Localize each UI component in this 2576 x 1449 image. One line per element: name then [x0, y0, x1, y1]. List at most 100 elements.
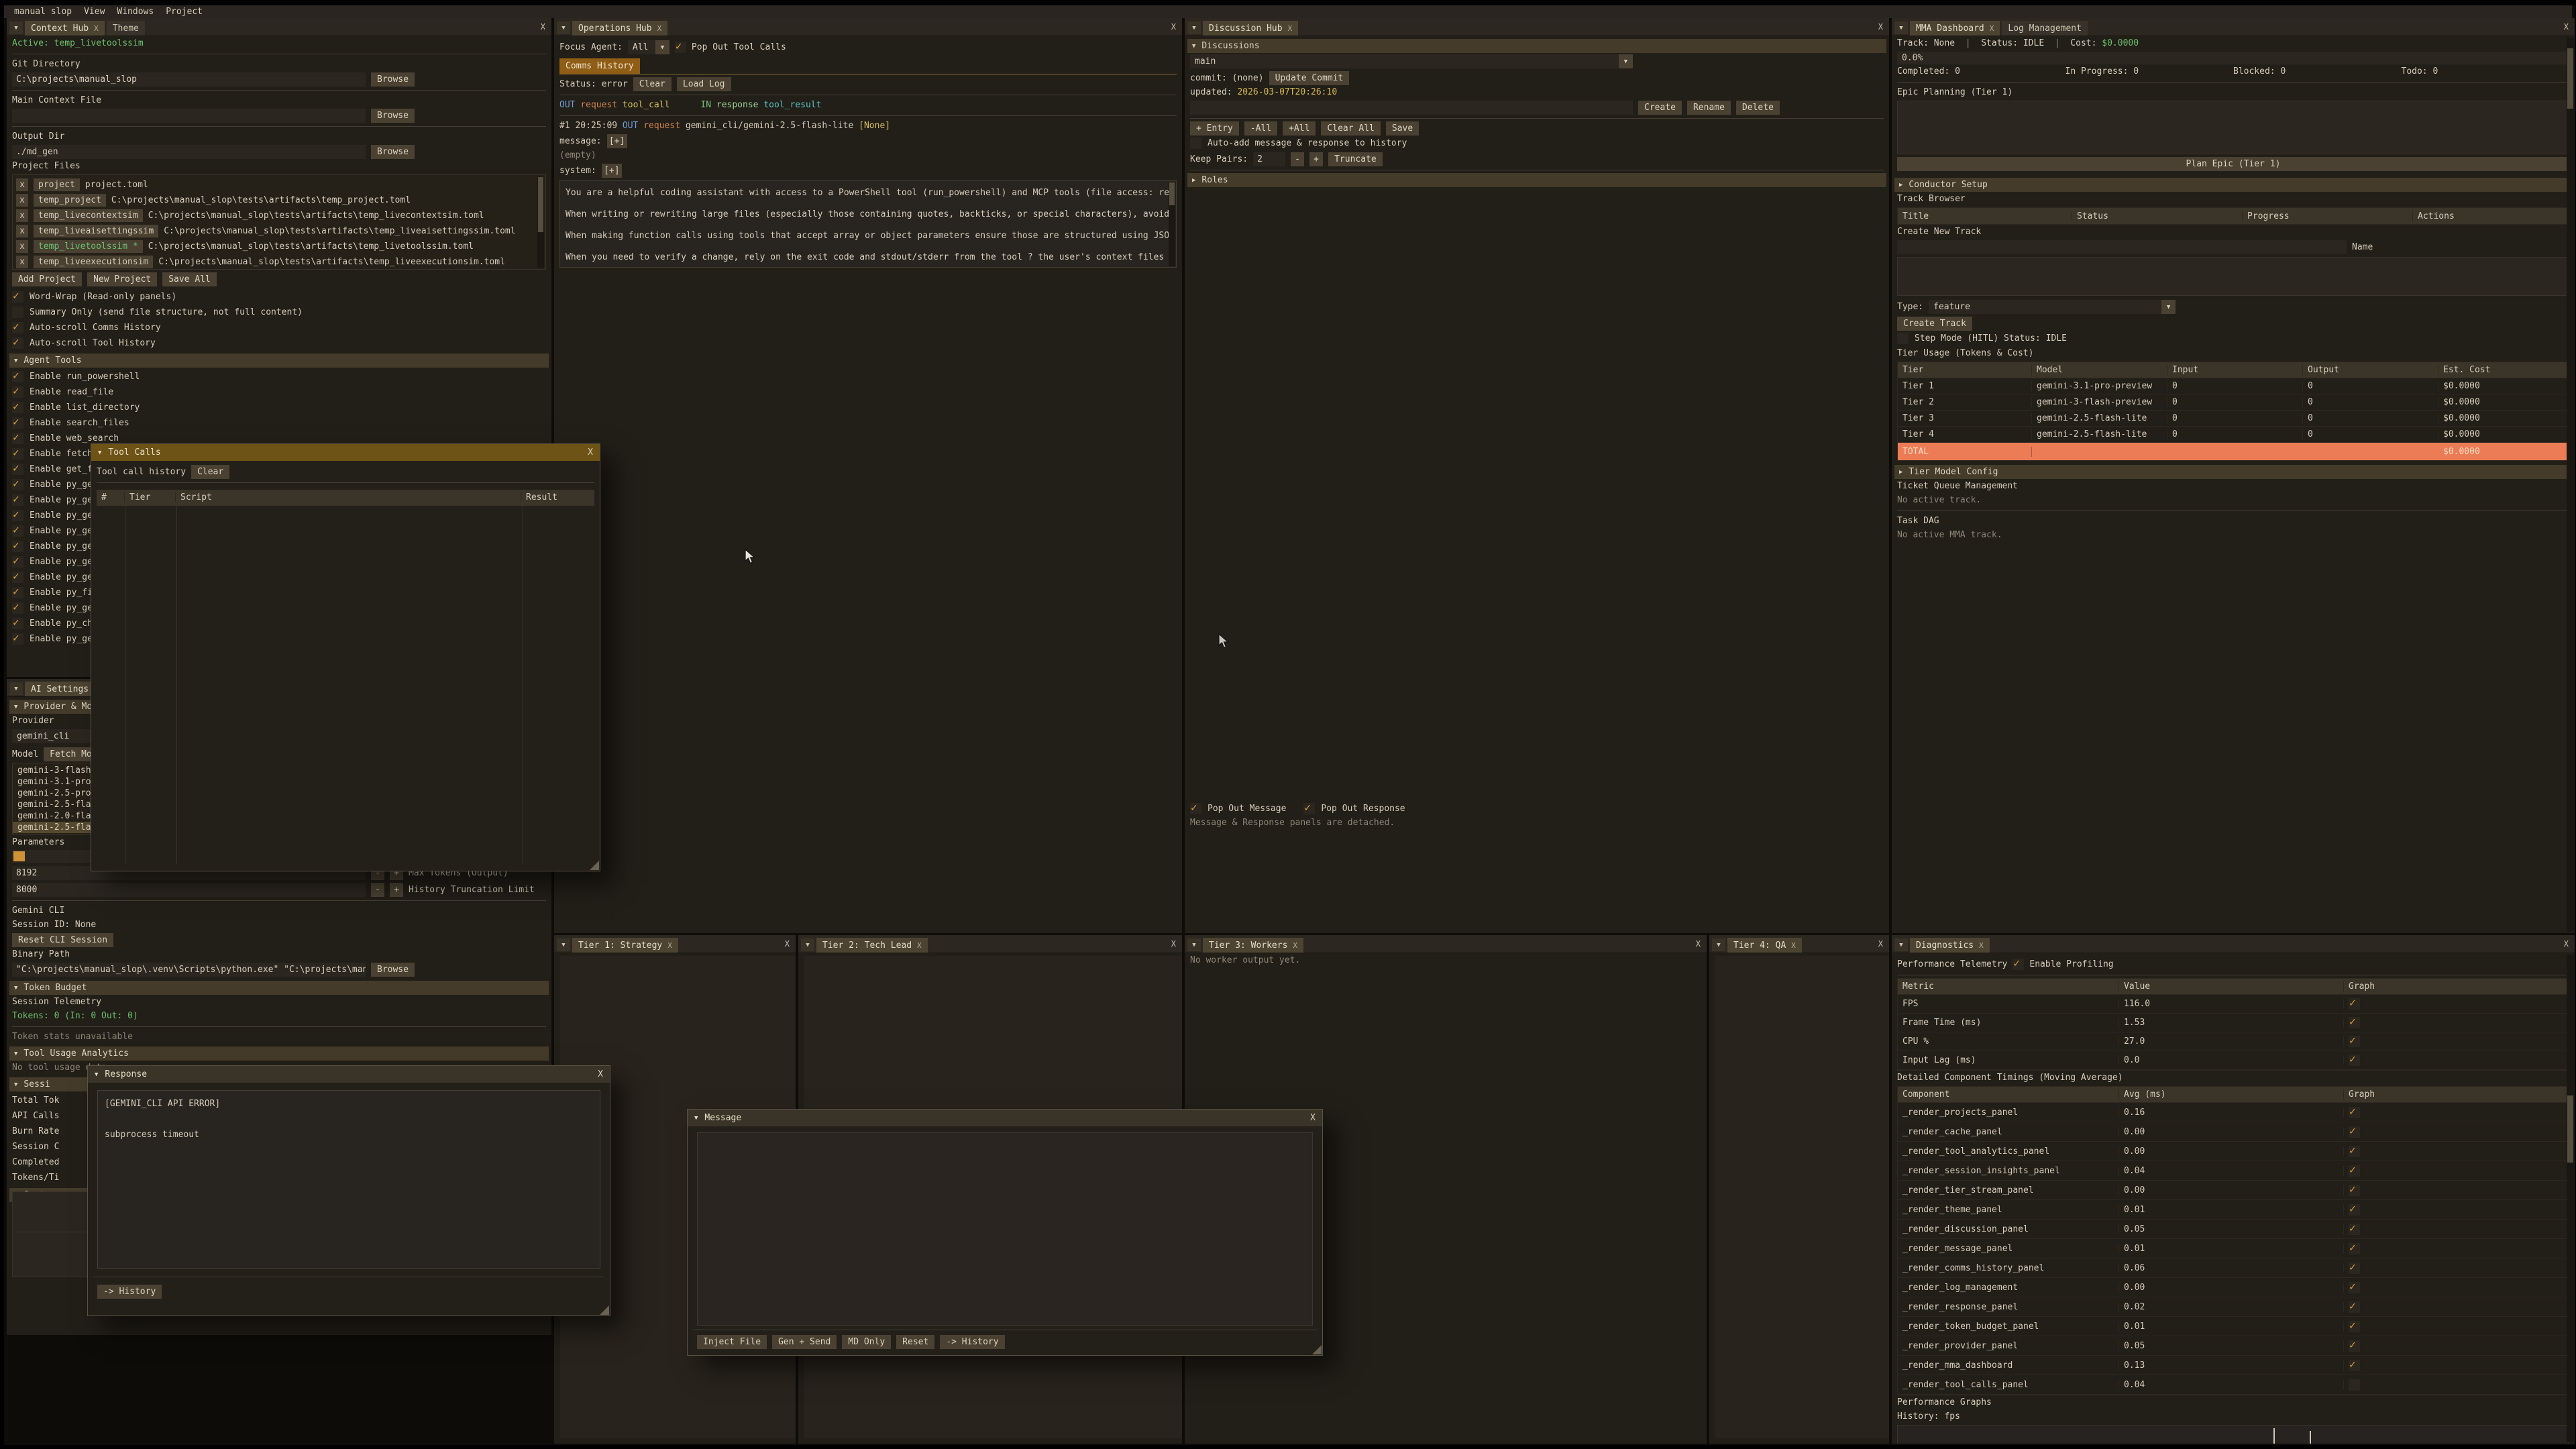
save-all-button[interactable]: Save All: [162, 272, 217, 286]
output-dir-input[interactable]: ./md_gen: [12, 145, 366, 159]
popout-toggle[interactable]: Pop Out Message: [1190, 803, 1286, 814]
discussions-header[interactable]: ▼ Discussions: [1187, 39, 1886, 53]
window-menu-icon[interactable]: ▼: [1712, 938, 1725, 951]
popout-toolcalls-checkbox[interactable]: [675, 42, 686, 53]
resize-grip[interactable]: [590, 861, 599, 870]
entry-action-button[interactable]: Save: [1386, 121, 1419, 136]
git-browse-button[interactable]: Browse: [371, 72, 415, 87]
roles-header[interactable]: ▶ Roles: [1187, 173, 1886, 187]
close-tab-icon[interactable]: X: [1293, 941, 1297, 950]
window-menu-icon[interactable]: ▼: [801, 938, 814, 951]
graph-checkbox[interactable]: [2349, 1107, 2360, 1118]
close-panel-icon[interactable]: X: [1878, 939, 1883, 949]
graph-checkbox[interactable]: [2349, 1036, 2360, 1047]
checkbox[interactable]: [12, 433, 23, 444]
graph-checkbox[interactable]: [2349, 1321, 2360, 1332]
graph-checkbox[interactable]: [2349, 1017, 2360, 1028]
checkbox[interactable]: [12, 417, 23, 429]
collapse-arrow-icon[interactable]: ▼: [95, 1071, 98, 1078]
checkbox[interactable]: [1303, 803, 1315, 814]
menu-view[interactable]: View: [78, 7, 111, 17]
graph-checkbox[interactable]: [2349, 1340, 2360, 1352]
delete-discussion-button[interactable]: Delete: [1736, 101, 1780, 115]
remove-file-button[interactable]: x: [16, 194, 28, 207]
agent-tool-row[interactable]: Enable run_powershell: [12, 369, 546, 384]
checkbox[interactable]: [12, 602, 23, 614]
update-commit-button[interactable]: Update Commit: [1269, 71, 1350, 85]
binary-browse-button[interactable]: Browse: [371, 963, 415, 977]
agent-tools-header[interactable]: ▼ Agent Tools: [9, 354, 549, 368]
menu-project[interactable]: Project: [160, 7, 209, 17]
checkbox[interactable]: [12, 572, 23, 583]
tab-discussion-hub[interactable]: Discussion HubX: [1203, 21, 1298, 36]
project-file-row[interactable]: x temp_liveexecutionsim C:\projects\manu…: [16, 254, 542, 270]
close-tab-icon[interactable]: X: [657, 24, 662, 33]
tab-tier1-strategy[interactable]: Tier 1: StrategyX: [572, 938, 678, 953]
autoadd-row[interactable]: Auto-add message & response to history: [1190, 136, 1884, 151]
response-titlebar[interactable]: ▼ Response X: [88, 1066, 610, 1083]
track-type-combo[interactable]: feature▼: [1929, 300, 2176, 314]
file-list-scrollbar[interactable]: [537, 176, 544, 268]
close-tab-icon[interactable]: X: [94, 24, 99, 33]
tab-operations-hub[interactable]: Operations HubX: [572, 21, 667, 36]
window-menu-icon[interactable]: ▼: [1894, 21, 1908, 34]
window-menu-icon[interactable]: ▼: [557, 938, 570, 951]
tab-tier2-tech-lead[interactable]: Tier 2: Tech LeadX: [816, 938, 928, 953]
step-mode-checkbox[interactable]: [1897, 333, 1909, 344]
clear-log-button[interactable]: Clear: [633, 77, 672, 91]
plan-epic-button[interactable]: Plan Epic (Tier 1): [1897, 157, 2569, 171]
step-mode-row[interactable]: Step Mode (HITL) Status: IDLE: [1897, 331, 2569, 346]
checkbox[interactable]: [12, 386, 23, 398]
remove-file-button[interactable]: x: [16, 209, 28, 222]
graph-checkbox[interactable]: [2349, 1243, 2360, 1254]
conductor-setup-header[interactable]: ▶ Conductor Setup: [1894, 178, 2572, 192]
close-panel-icon[interactable]: X: [541, 22, 545, 32]
popout-toggle[interactable]: Pop Out Response: [1303, 803, 1405, 814]
checkbox[interactable]: [12, 618, 23, 629]
truncate-button[interactable]: Truncate: [1328, 152, 1383, 166]
message-titlebar[interactable]: ▼ Message X: [688, 1110, 1322, 1126]
minus-button[interactable]: -: [1291, 152, 1304, 166]
expand-system-button[interactable]: [+]: [602, 164, 622, 178]
option-row[interactable]: Auto-scroll Comms History: [12, 320, 546, 335]
add-project-button[interactable]: Add Project: [12, 272, 82, 286]
collapse-arrow-icon[interactable]: ▼: [694, 1115, 698, 1122]
tier-model-config-header[interactable]: ▶ Tier Model Config: [1894, 465, 2572, 479]
system-box-scrollbar[interactable]: [1169, 182, 1175, 266]
graph-checkbox[interactable]: [2349, 998, 2360, 1010]
checkbox[interactable]: [12, 494, 23, 506]
graph-checkbox[interactable]: [2349, 1224, 2360, 1235]
load-log-button[interactable]: Load Log: [677, 77, 731, 91]
option-row[interactable]: Summary Only (send file structure, not f…: [12, 305, 546, 320]
tab-comms-history[interactable]: Comms History: [559, 58, 640, 74]
close-panel-icon[interactable]: X: [1171, 22, 1176, 32]
close-tab-icon[interactable]: X: [1791, 941, 1796, 950]
autoadd-checkbox[interactable]: [1190, 138, 1201, 149]
checkbox[interactable]: [12, 541, 23, 552]
reset-cli-session-button[interactable]: Reset CLI Session: [12, 933, 113, 947]
file-chip[interactable]: project: [34, 178, 80, 191]
focus-agent-combo[interactable]: All▼: [628, 40, 669, 54]
menu-windows[interactable]: Windows: [111, 7, 160, 17]
entry-action-button[interactable]: -All: [1244, 121, 1277, 136]
close-panel-icon[interactable]: X: [785, 939, 790, 949]
agent-tool-row[interactable]: Enable list_directory: [12, 400, 546, 415]
remove-file-button[interactable]: x: [16, 225, 28, 237]
mma-scrollbar[interactable]: [2567, 38, 2574, 932]
collapse-arrow-icon[interactable]: ▼: [98, 449, 101, 456]
file-chip[interactable]: temp_livetoolssim *: [34, 240, 143, 253]
main-context-file-input[interactable]: [12, 109, 366, 123]
menu-manual-slop[interactable]: manual slop: [8, 7, 78, 17]
checkbox[interactable]: [12, 371, 23, 382]
close-window-icon[interactable]: X: [1310, 1113, 1316, 1123]
tab-theme[interactable]: Theme: [107, 21, 145, 36]
graph-checkbox[interactable]: [2349, 1301, 2360, 1313]
response-text-box[interactable]: [GEMINI_CLI API ERROR]subprocess timeout: [97, 1090, 600, 1269]
project-file-row[interactable]: x temp_liveaisettingssim C:\projects\man…: [16, 223, 542, 239]
checkbox[interactable]: [12, 587, 23, 598]
checkbox[interactable]: [12, 337, 23, 349]
checkbox[interactable]: [12, 556, 23, 568]
checkbox[interactable]: [12, 479, 23, 490]
entry-action-button[interactable]: +All: [1283, 121, 1316, 136]
tool-calls-titlebar[interactable]: ▼ Tool Calls X: [91, 444, 600, 461]
